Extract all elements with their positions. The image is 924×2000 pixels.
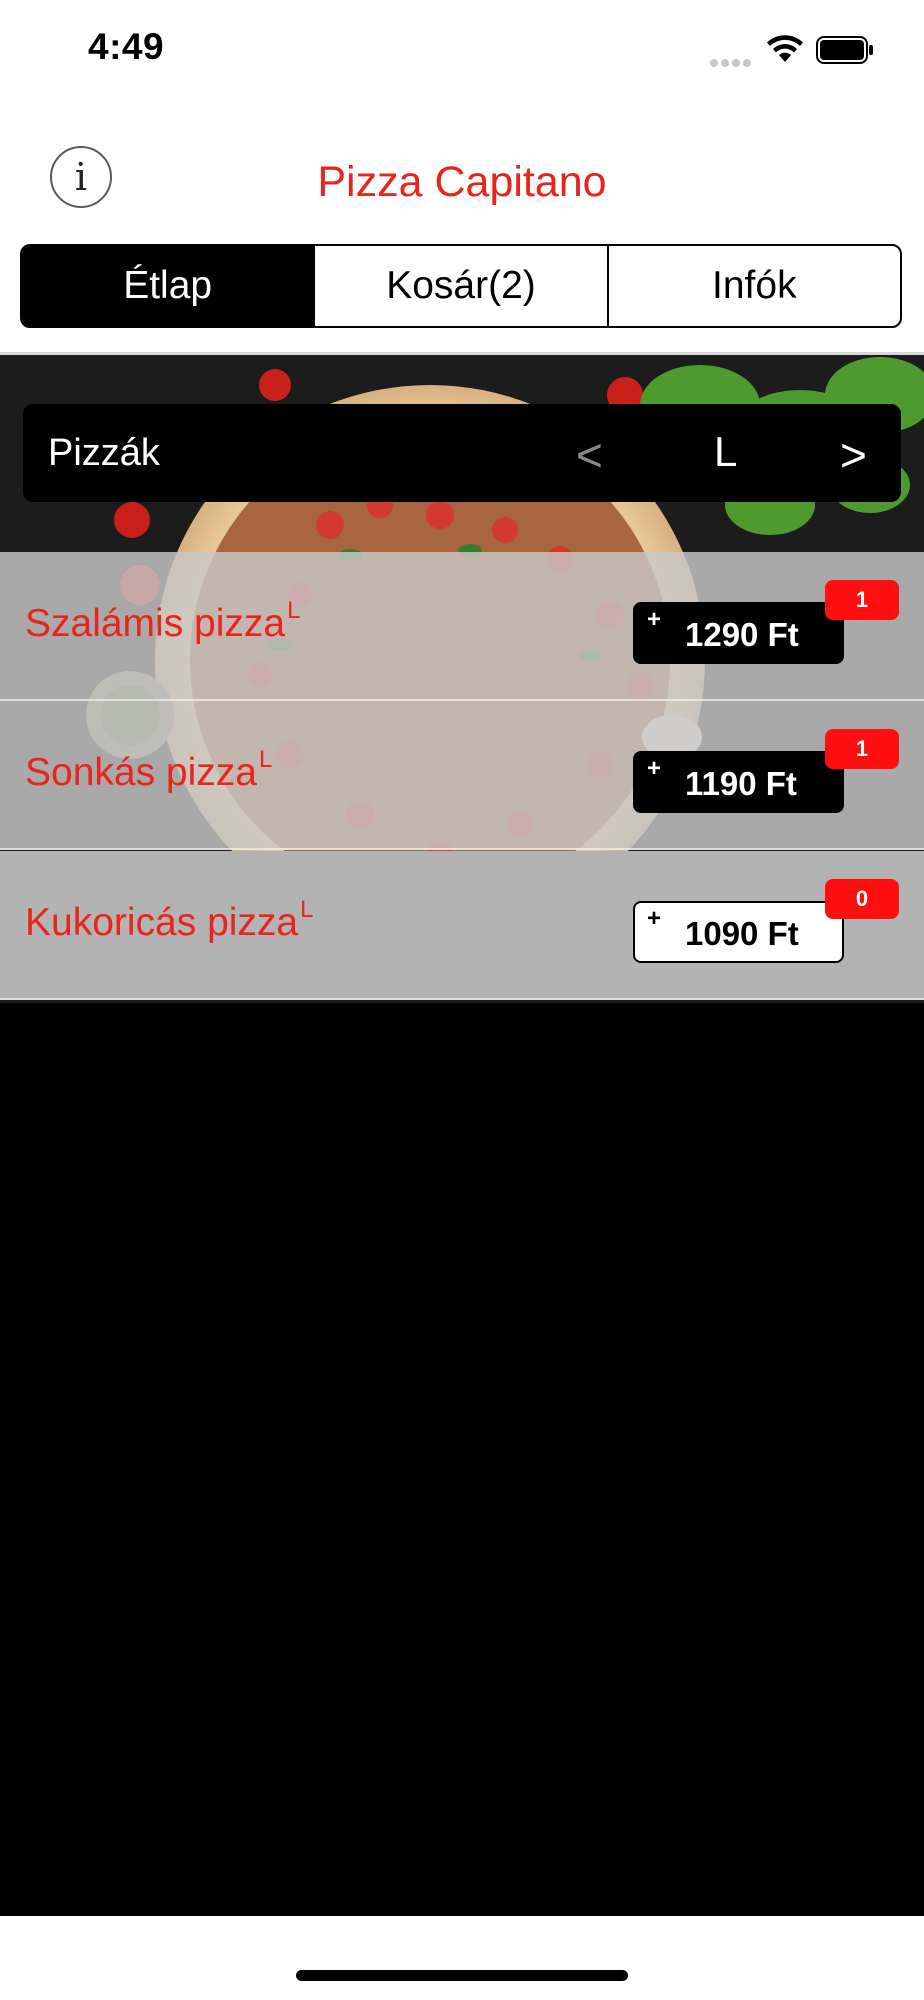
menu-item-row[interactable]: Sonkás pizzaL + 1190 Ft 1 bbox=[0, 701, 924, 850]
item-name: Szalámis pizzaL bbox=[25, 597, 301, 645]
item-price: 1090 Ft bbox=[685, 915, 799, 952]
status-bar: 4:49 bbox=[0, 0, 924, 100]
size-tag: L bbox=[300, 896, 314, 923]
status-time: 4:49 bbox=[88, 26, 165, 67]
bottom-safe-area bbox=[0, 1916, 924, 2000]
quantity-badge: 1 bbox=[825, 580, 899, 620]
cellular-signal-icon bbox=[710, 54, 756, 67]
category-label: Pizzák bbox=[48, 432, 160, 474]
item-price: 1190 Ft bbox=[685, 765, 797, 802]
wifi-icon bbox=[767, 35, 803, 62]
plus-icon: + bbox=[647, 905, 662, 932]
previous-size-button[interactable]: < bbox=[576, 428, 603, 482]
item-name: Sonkás pizzaL bbox=[25, 746, 273, 794]
menu-item-row[interactable]: Kukoricás pizzaL + 1090 Ft 0 bbox=[0, 851, 924, 1000]
quantity-badge: 0 bbox=[825, 879, 899, 919]
home-indicator[interactable] bbox=[296, 1970, 628, 1981]
tab-bar: Étlap Kosár(2) Infók bbox=[20, 244, 902, 328]
item-name: Kukoricás pizzaL bbox=[25, 896, 314, 944]
next-size-button[interactable]: > bbox=[840, 428, 867, 482]
quantity-badge: 1 bbox=[825, 729, 899, 769]
plus-icon: + bbox=[647, 755, 662, 782]
tab-kosar[interactable]: Kosár(2) bbox=[313, 246, 606, 326]
add-to-cart-button[interactable]: + 1190 Ft bbox=[633, 751, 844, 813]
tab-etlap[interactable]: Étlap bbox=[22, 246, 314, 326]
add-to-cart-button[interactable]: + 1090 Ft bbox=[633, 901, 844, 963]
size-tag: L bbox=[287, 597, 301, 624]
app-title: Pizza Capitano bbox=[317, 158, 607, 206]
plus-icon: + bbox=[647, 606, 662, 633]
item-price: 1290 Ft bbox=[685, 616, 799, 653]
size-label: L bbox=[714, 428, 738, 475]
menu-item-row[interactable]: Szalámis pizzaL + 1290 Ft 1 bbox=[0, 552, 924, 701]
size-tag: L bbox=[258, 746, 273, 773]
add-to-cart-button[interactable]: + 1290 Ft bbox=[633, 602, 844, 664]
battery-icon bbox=[816, 36, 873, 64]
tab-infok[interactable]: Infók bbox=[606, 246, 900, 326]
